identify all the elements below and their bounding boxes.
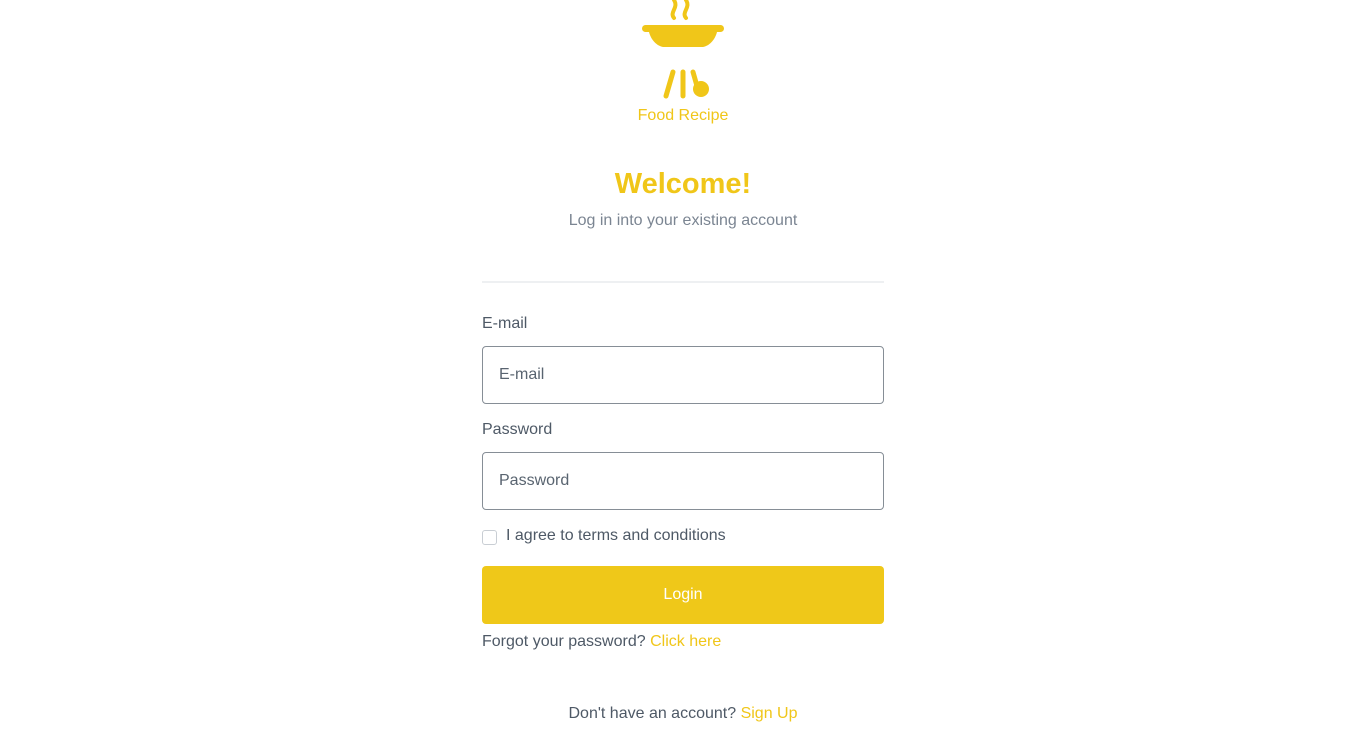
grill-icon: [641, 0, 725, 100]
password-field[interactable]: [482, 452, 884, 510]
divider: [482, 281, 884, 283]
brand-name: Food Recipe: [637, 107, 729, 124]
login-page: Food Recipe Welcome! Log in into your ex…: [0, 0, 1366, 744]
signup-text: Don't have an account?: [568, 705, 737, 722]
email-field[interactable]: [482, 346, 884, 404]
signup-link[interactable]: Sign Up: [741, 705, 798, 722]
page-subtitle: Log in into your existing account: [568, 212, 798, 229]
login-button[interactable]: Login: [482, 566, 884, 624]
terms-label[interactable]: I agree to terms and conditions: [506, 527, 726, 545]
password-label: Password: [482, 421, 553, 438]
forgot-password-text: Forgot your password?: [482, 633, 646, 650]
signup-row: Don't have an account? Sign Up: [483, 705, 883, 723]
forgot-password-row: Forgot your password? Click here: [482, 633, 721, 651]
forgot-password-link[interactable]: Click here: [650, 633, 721, 650]
email-label: E-mail: [482, 315, 528, 332]
terms-checkbox[interactable]: [482, 530, 497, 545]
page-title: Welcome!: [614, 168, 752, 200]
